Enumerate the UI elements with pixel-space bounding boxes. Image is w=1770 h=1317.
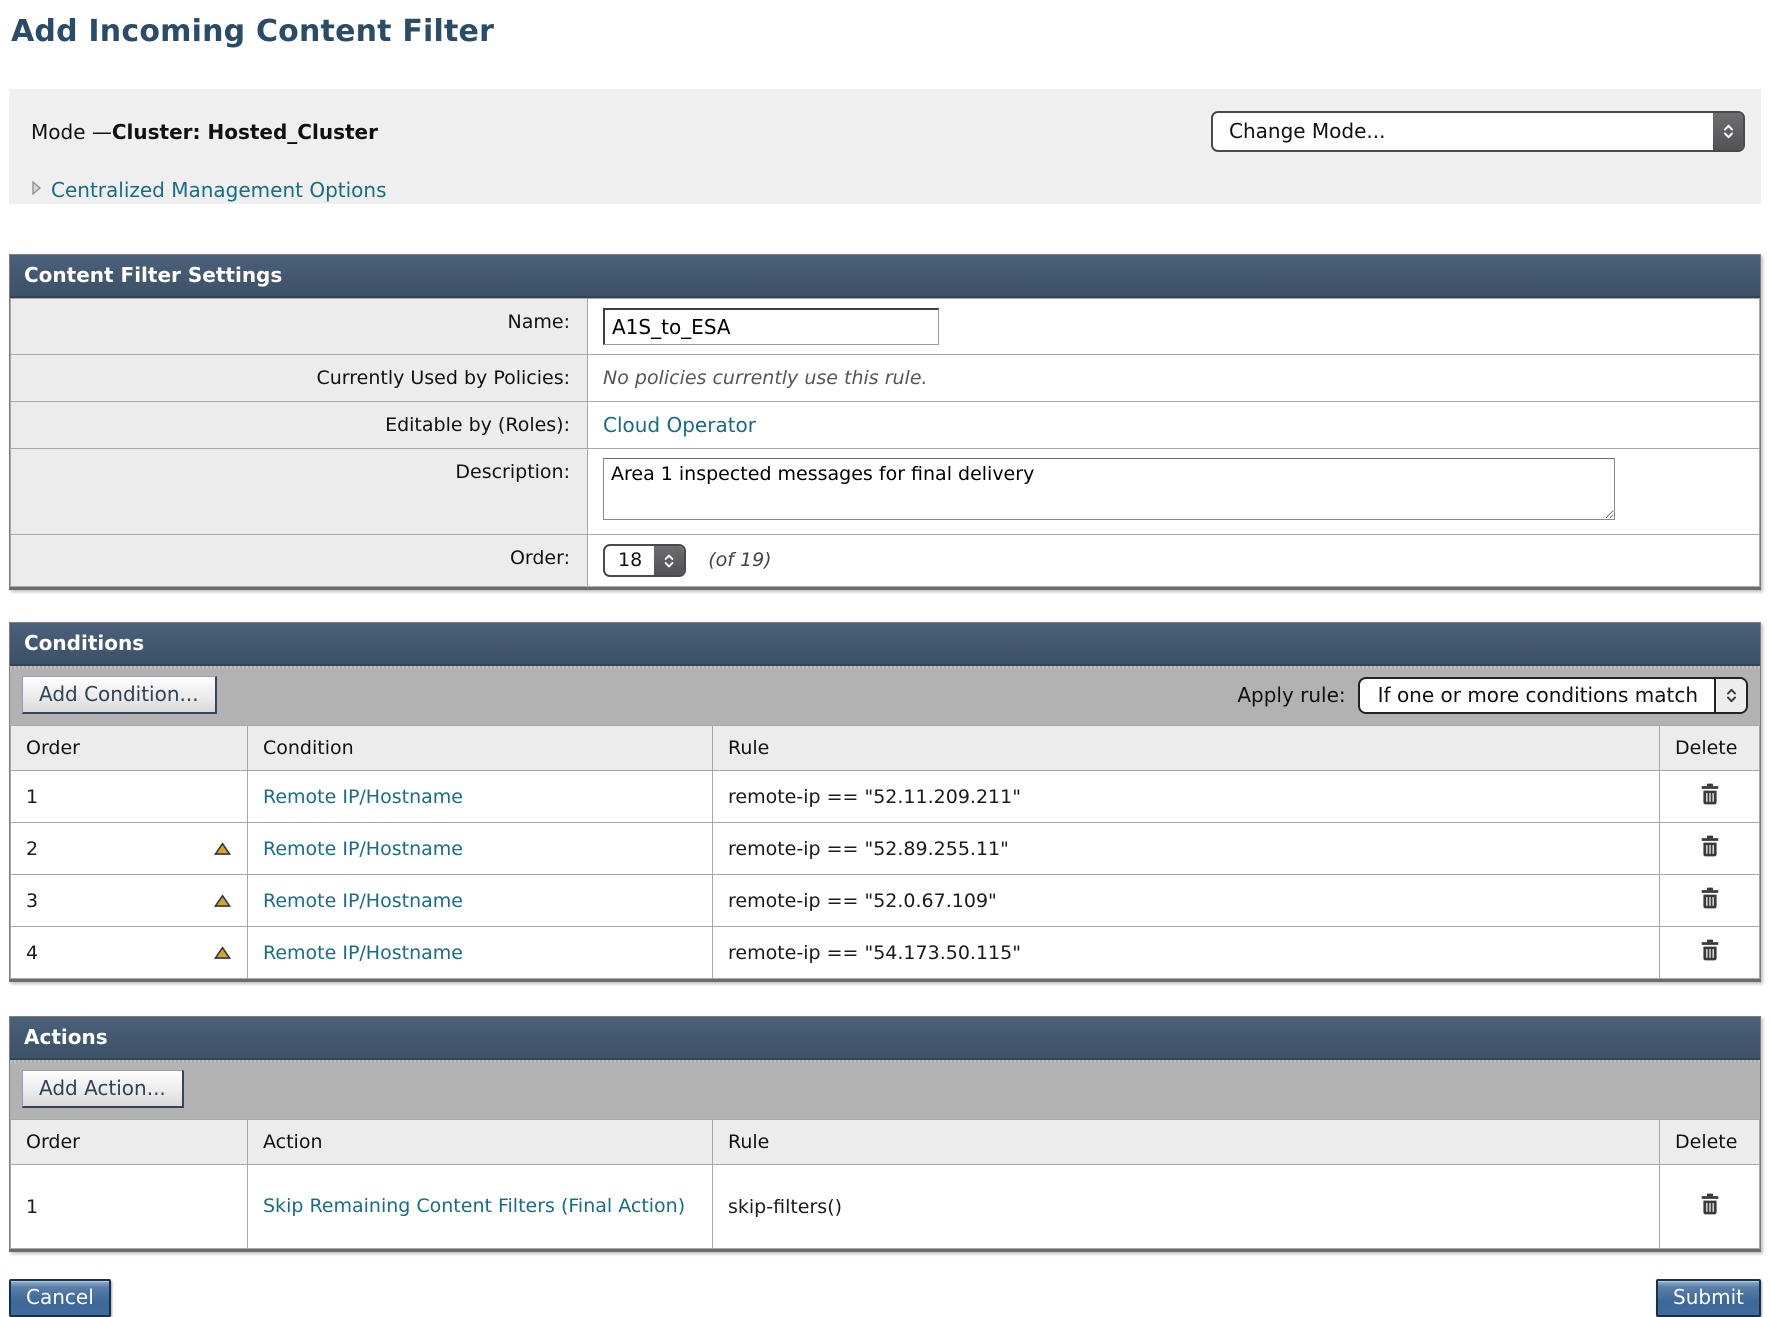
policies-label: Currently Used by Policies:	[11, 355, 588, 402]
change-mode-select[interactable]: Change Mode...	[1211, 111, 1745, 152]
actions-header: Actions	[10, 1017, 1760, 1060]
mode-text: Mode —Cluster: Hosted_Cluster	[31, 120, 378, 144]
page-title: Add Incoming Content Filter	[11, 14, 1761, 49]
footer-bar: Cancel Submit	[9, 1279, 1761, 1317]
roles-label: Editable by (Roles):	[11, 402, 588, 449]
column-header-condition: Condition	[248, 726, 713, 771]
table-row: 3 Remote IP/Hostname remote-ip == "52.0.…	[11, 875, 1760, 927]
column-header-action: Action	[248, 1120, 713, 1165]
condition-link[interactable]: Remote IP/Hostname	[263, 890, 463, 912]
conditions-header: Conditions	[10, 623, 1760, 666]
action-rule: skip-filters()	[713, 1165, 1660, 1249]
column-header-delete: Delete	[1660, 726, 1760, 771]
content-filter-settings-header: Content Filter Settings	[10, 255, 1760, 298]
condition-link[interactable]: Remote IP/Hostname	[263, 786, 463, 808]
delete-trash-icon[interactable]	[1700, 887, 1720, 909]
name-label: Name:	[11, 299, 588, 355]
apply-rule-label: Apply rule:	[1237, 683, 1345, 707]
page-container: Add Incoming Content Filter Mode —Cluste…	[0, 0, 1770, 1317]
conditions-section: Conditions Add Condition... Apply rule: …	[9, 622, 1761, 982]
add-action-button[interactable]: Add Action...	[22, 1070, 184, 1108]
condition-rule: remote-ip == "54.173.50.115"	[713, 927, 1660, 979]
centralized-management-options-link[interactable]: Centralized Management Options	[51, 178, 387, 202]
table-row: 1 Skip Remaining Content Filters (Final …	[11, 1165, 1760, 1249]
actions-section: Actions Add Action... Order Action Rule …	[9, 1016, 1761, 1252]
action-link[interactable]: Skip Remaining Content Filters (Final Ac…	[263, 1195, 685, 1217]
column-header-delete: Delete	[1660, 1120, 1760, 1165]
actions-toolbar: Add Action...	[10, 1060, 1760, 1119]
move-up-icon[interactable]	[214, 946, 231, 959]
change-mode-selected-value: Change Mode...	[1213, 113, 1713, 150]
table-header-row: Order Condition Rule Delete	[11, 726, 1760, 771]
order-selected-value: 18	[605, 546, 654, 575]
condition-order: 1	[11, 771, 248, 823]
mode-value: Cluster: Hosted_Cluster	[112, 120, 378, 144]
order-label: Order:	[11, 535, 588, 587]
condition-link[interactable]: Remote IP/Hostname	[263, 838, 463, 860]
editable-roles-link[interactable]: Cloud Operator	[603, 413, 756, 437]
delete-trash-icon[interactable]	[1700, 835, 1720, 857]
delete-trash-icon[interactable]	[1700, 1193, 1720, 1215]
disclosure-triangle-icon	[31, 180, 42, 200]
condition-order: 4	[11, 927, 248, 979]
column-header-rule: Rule	[713, 1120, 1660, 1165]
table-header-row: Order Action Rule Delete	[11, 1120, 1760, 1165]
condition-rule: remote-ip == "52.11.209.211"	[713, 771, 1660, 823]
table-row: 2 Remote IP/Hostname remote-ip == "52.89…	[11, 823, 1760, 875]
name-field[interactable]	[603, 308, 939, 345]
table-row: Editable by (Roles): Cloud Operator	[11, 402, 1760, 449]
column-header-order: Order	[11, 1120, 248, 1165]
condition-order: 2	[11, 823, 248, 875]
select-stepper-icon	[1714, 679, 1746, 712]
order-select[interactable]: 18	[603, 544, 686, 577]
conditions-toolbar: Add Condition... Apply rule: If one or m…	[10, 666, 1760, 725]
move-up-icon[interactable]	[214, 894, 231, 907]
description-label: Description:	[11, 449, 588, 535]
mode-label: Mode —	[31, 120, 112, 144]
content-filter-settings-table: Name: Currently Used by Policies: No pol…	[10, 298, 1760, 587]
condition-rule: remote-ip == "52.0.67.109"	[713, 875, 1660, 927]
move-up-icon[interactable]	[214, 842, 231, 855]
order-total-note: (of 19)	[708, 549, 771, 571]
apply-rule-selected-value: If one or more conditions match	[1360, 679, 1714, 712]
actions-table: Order Action Rule Delete 1 Skip Remainin…	[10, 1119, 1760, 1249]
cancel-button[interactable]: Cancel	[9, 1279, 111, 1317]
table-row: 4 Remote IP/Hostname remote-ip == "54.17…	[11, 927, 1760, 979]
table-row: Name:	[11, 299, 1760, 355]
table-row: 1 Remote IP/Hostname remote-ip == "52.11…	[11, 771, 1760, 823]
condition-rule: remote-ip == "52.89.255.11"	[713, 823, 1660, 875]
content-filter-settings-section: Content Filter Settings Name: Currently …	[9, 254, 1761, 590]
table-row: Description: Area 1 inspected messages f…	[11, 449, 1760, 535]
description-field[interactable]: Area 1 inspected messages for final deli…	[603, 458, 1615, 520]
conditions-table: Order Condition Rule Delete 1 Remote IP/…	[10, 725, 1760, 979]
condition-link[interactable]: Remote IP/Hostname	[263, 942, 463, 964]
condition-order: 3	[11, 875, 248, 927]
column-header-rule: Rule	[713, 726, 1660, 771]
policies-value: No policies currently use this rule.	[603, 367, 928, 389]
delete-trash-icon[interactable]	[1700, 939, 1720, 961]
action-order: 1	[11, 1165, 248, 1249]
table-row: Currently Used by Policies: No policies …	[11, 355, 1760, 402]
delete-trash-icon[interactable]	[1700, 783, 1720, 805]
select-stepper-icon	[654, 546, 684, 575]
add-condition-button[interactable]: Add Condition...	[22, 676, 217, 714]
submit-button[interactable]: Submit	[1656, 1279, 1761, 1317]
column-header-order: Order	[11, 726, 248, 771]
apply-rule-select[interactable]: If one or more conditions match	[1358, 677, 1748, 714]
mode-box: Mode —Cluster: Hosted_Cluster Change Mod…	[9, 89, 1761, 204]
select-stepper-icon	[1713, 113, 1743, 150]
table-row: Order: 18 (of 19)	[11, 535, 1760, 587]
